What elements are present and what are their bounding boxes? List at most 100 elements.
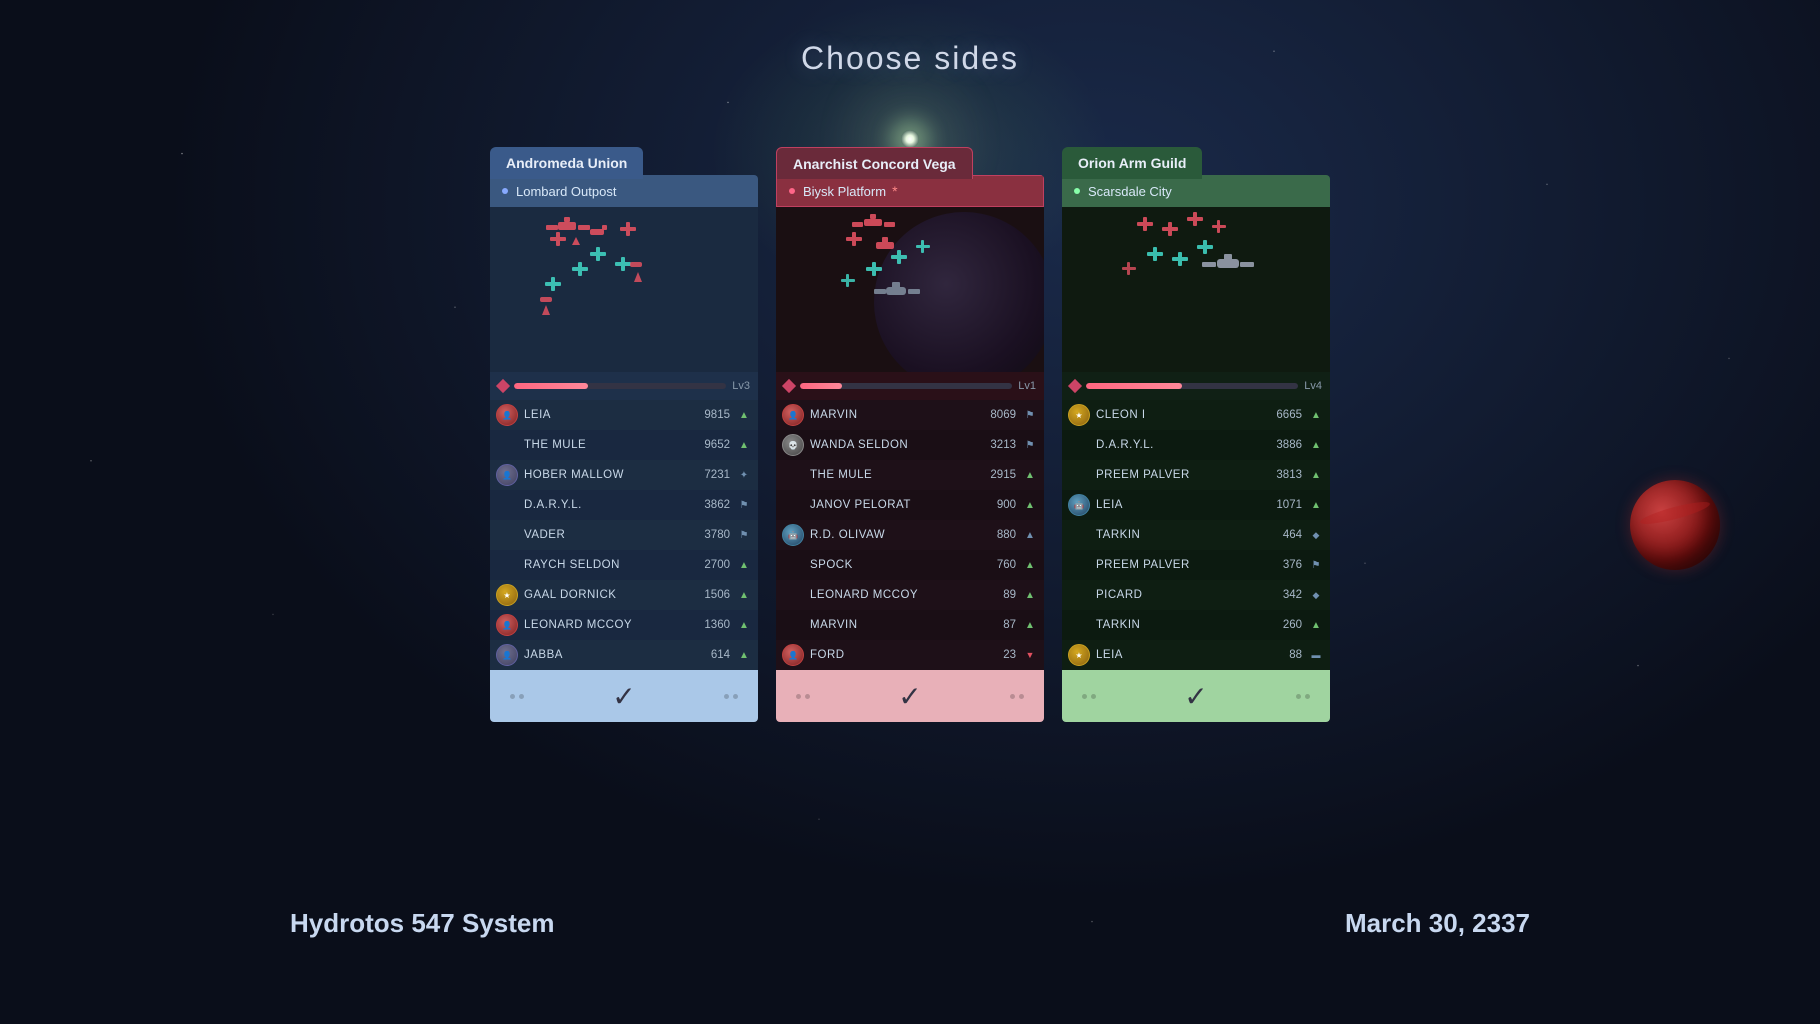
- location-dot: [502, 188, 508, 194]
- roster-row: 👤 JABBA 614 ▲: [490, 640, 758, 670]
- avatar: 🤖: [1068, 494, 1090, 516]
- date-label: March 30, 2337: [1345, 908, 1530, 939]
- faction-card-orion[interactable]: Orion Arm Guild Scarsdale City: [1062, 175, 1330, 722]
- roster-name: JABBA: [524, 649, 686, 661]
- card-body-orion: Scarsdale City: [1062, 175, 1330, 722]
- roster-icon: ▲: [736, 647, 752, 663]
- roster-name: LEIA: [1096, 649, 1258, 661]
- location-dot: [789, 188, 795, 194]
- roster-icon: ◆: [1308, 587, 1324, 603]
- roster-score: 3862: [692, 499, 730, 511]
- roster-name: LEONARD MCCOY: [524, 619, 686, 631]
- roster-icon: ▲: [1308, 497, 1324, 513]
- select-button-andromeda[interactable]: ✓: [490, 670, 758, 722]
- roster-row: D.A.R.Y.L. 3862 ⚑: [490, 490, 758, 520]
- roster-icon: ⚑: [1022, 437, 1038, 453]
- level-bar-andromeda: Lv3: [490, 372, 758, 400]
- roster-name: SPOCK: [810, 559, 972, 571]
- faction-tab-orion[interactable]: Orion Arm Guild: [1062, 147, 1202, 179]
- roster-row: ★ GAAL DORNICK 1506 ▲: [490, 580, 758, 610]
- roster-score: 2700: [692, 559, 730, 571]
- roster-icon: ▲: [1022, 527, 1038, 543]
- check-mark-orion: ✓: [1184, 680, 1207, 713]
- avatar: [782, 584, 804, 606]
- location-dot: [1074, 188, 1080, 194]
- roster-score: 23: [978, 649, 1016, 661]
- bar-fill: [1086, 383, 1182, 389]
- roster-score: 1071: [1264, 499, 1302, 511]
- check-dots-right: [1296, 694, 1310, 699]
- roster-score: 2915: [978, 469, 1016, 481]
- roster-name: MARVIN: [810, 409, 972, 421]
- roster-icon: ⚑: [736, 527, 752, 543]
- avatar: 👤: [496, 464, 518, 486]
- faction-card-anarchist[interactable]: Anarchist Concord Vega Biysk Platform *: [776, 175, 1044, 722]
- select-button-orion[interactable]: ✓: [1062, 670, 1330, 722]
- card-body-anarchist: Biysk Platform *: [776, 175, 1044, 722]
- ships-svg-anarchist: [776, 207, 1044, 372]
- roster-icon: ◆: [1308, 527, 1324, 543]
- location-orion: Scarsdale City: [1062, 175, 1330, 207]
- roster-name: WANDA SELDON: [810, 439, 972, 451]
- roster-icon: ▲: [736, 407, 752, 423]
- faction-card-andromeda[interactable]: Andromeda Union Lombard Outpost: [490, 175, 758, 722]
- avatar: 👤: [496, 644, 518, 666]
- roster-row: VADER 3780 ⚑: [490, 520, 758, 550]
- bar-track: [800, 383, 1012, 389]
- avatar: [1068, 464, 1090, 486]
- avatar: [782, 554, 804, 576]
- roster-score: 3213: [978, 439, 1016, 451]
- roster-score: 376: [1264, 559, 1302, 571]
- check-dots-left: [510, 694, 524, 699]
- roster-name: LEONARD MCCOY: [810, 589, 972, 601]
- roster-name: RAYCH SELDON: [524, 559, 686, 571]
- roster-score: 464: [1264, 529, 1302, 541]
- select-button-anarchist[interactable]: ✓: [776, 670, 1044, 722]
- roster-score: 900: [978, 499, 1016, 511]
- avatar: [1068, 524, 1090, 546]
- roster-orion: ★ CLEON I 6665 ▲ D.A.R.Y.L. 3886 ▲ PREEM…: [1062, 400, 1330, 670]
- faction-cards-container: Andromeda Union Lombard Outpost: [490, 175, 1330, 722]
- roster-score: 8069: [978, 409, 1016, 421]
- battle-map-andromeda: [490, 207, 758, 372]
- bar-fill: [514, 383, 588, 389]
- level-label-orion: Lv4: [1304, 380, 1322, 392]
- roster-name: PICARD: [1096, 589, 1258, 601]
- roster-name: JANOV PELORAT: [810, 499, 972, 511]
- roster-row: PREEM PALVER 3813 ▲: [1062, 460, 1330, 490]
- roster-row: THE MULE 2915 ▲: [776, 460, 1044, 490]
- roster-score: 7231: [692, 469, 730, 481]
- roster-row: 👤 LEIA 9815 ▲: [490, 400, 758, 430]
- roster-score: 9815: [692, 409, 730, 421]
- faction-name-orion: Orion Arm Guild: [1078, 155, 1186, 171]
- avatar: 👤: [496, 614, 518, 636]
- roster-name: PREEM PALVER: [1096, 469, 1258, 481]
- roster-name: VADER: [524, 529, 686, 541]
- roster-name: D.A.R.Y.L.: [1096, 439, 1258, 451]
- roster-score: 614: [692, 649, 730, 661]
- check-dots-right: [724, 694, 738, 699]
- roster-row: 💀 WANDA SELDON 3213 ⚑: [776, 430, 1044, 460]
- roster-name: THE MULE: [810, 469, 972, 481]
- roster-score: 1506: [692, 589, 730, 601]
- roster-icon: ⚑: [1308, 557, 1324, 573]
- faction-name-anarchist: Anarchist Concord Vega: [793, 156, 956, 172]
- roster-name: MARVIN: [810, 619, 972, 631]
- faction-tab-anarchist[interactable]: Anarchist Concord Vega: [776, 147, 973, 179]
- roster-icon: ▲: [736, 437, 752, 453]
- avatar: [496, 434, 518, 456]
- roster-row: PREEM PALVER 376 ⚑: [1062, 550, 1330, 580]
- avatar: ★: [1068, 644, 1090, 666]
- faction-tab-andromeda[interactable]: Andromeda Union: [490, 147, 643, 179]
- roster-row: 👤 HOBER MALLOW 7231 ✦: [490, 460, 758, 490]
- bar-track: [1086, 383, 1298, 389]
- avatar: [782, 614, 804, 636]
- battle-map-orion: [1062, 207, 1330, 372]
- roster-icon: ▲: [1308, 617, 1324, 633]
- roster-score: 760: [978, 559, 1016, 571]
- faction-name-andromeda: Andromeda Union: [506, 155, 627, 171]
- roster-icon: ▲: [1022, 587, 1038, 603]
- roster-score: 88: [1264, 649, 1302, 661]
- roster-score: 3780: [692, 529, 730, 541]
- roster-row: JANOV PELORAT 900 ▲: [776, 490, 1044, 520]
